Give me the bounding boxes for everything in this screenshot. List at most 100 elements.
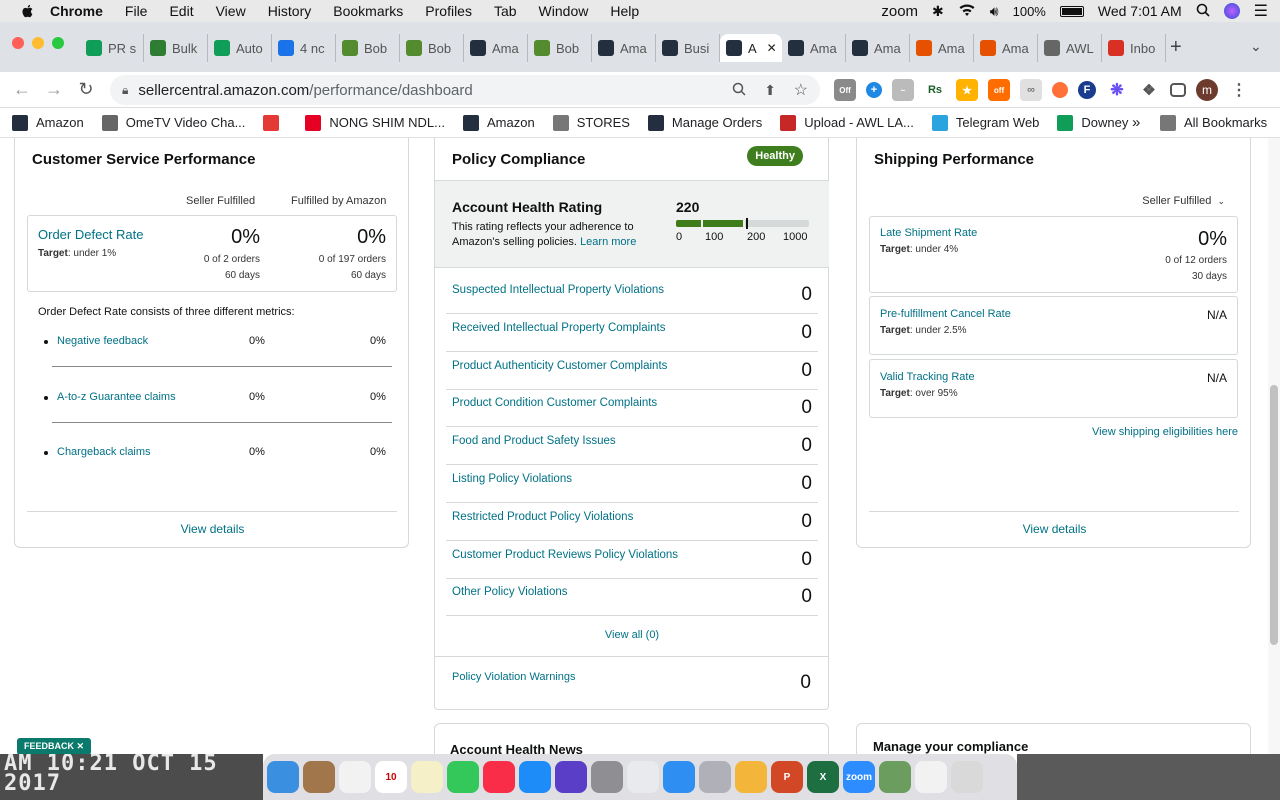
facetime-icon[interactable] <box>447 761 479 793</box>
extension-lasso-icon[interactable]: ∞ <box>1020 79 1042 101</box>
policy-row-link[interactable]: Other Policy Violations <box>452 586 567 598</box>
trash-icon[interactable] <box>951 761 983 793</box>
clock[interactable]: Wed 7:01 AM <box>1098 3 1182 19</box>
feedback-button[interactable]: FEEDBACK ✕ <box>17 738 92 755</box>
zoom-status-label[interactable]: zoom <box>881 3 918 20</box>
menu-help[interactable]: Help <box>610 3 639 19</box>
calendar-icon[interactable]: 10 <box>375 761 407 793</box>
wifi-icon[interactable] <box>958 3 976 20</box>
extension-gear-icon[interactable]: ❋ <box>1106 79 1128 101</box>
tab-4[interactable]: Bob <box>336 34 400 62</box>
extension-star-icon[interactable]: ★ <box>956 79 978 101</box>
excel-icon[interactable]: X <box>807 761 839 793</box>
chrome-icon[interactable] <box>627 761 659 793</box>
close-window-button[interactable] <box>12 37 24 49</box>
policy-row-link[interactable]: Food and Product Safety Issues <box>452 435 616 447</box>
music-icon[interactable] <box>483 761 515 793</box>
extension-rs-icon[interactable]: Rs <box>924 79 946 101</box>
menu-file[interactable]: File <box>125 3 148 19</box>
bookmark-2[interactable] <box>263 114 287 131</box>
extension-grey-icon[interactable]: ~ <box>892 79 914 101</box>
csp-view-details-link[interactable]: View details <box>15 522 410 536</box>
lock-icon[interactable]: 🔒︎ <box>122 83 128 98</box>
settings-icon[interactable] <box>591 761 623 793</box>
menu-tab[interactable]: Tab <box>494 3 517 19</box>
bookmark-8[interactable]: Telegram Web <box>931 114 1039 131</box>
policy-row-link[interactable]: Customer Product Reviews Policy Violatio… <box>452 549 678 561</box>
siri-icon[interactable] <box>555 761 587 793</box>
bookmark-1[interactable]: OmeTV Video Cha... <box>101 114 245 131</box>
policy-row-link[interactable]: Listing Policy Violations <box>452 473 572 485</box>
battery-icon[interactable] <box>1059 5 1084 17</box>
extension-blue-icon[interactable]: + <box>866 82 882 98</box>
stickies-icon[interactable] <box>411 761 443 793</box>
policy-row-link[interactable]: Received Intellectual Property Complaint… <box>452 322 666 334</box>
scrollbar-thumb[interactable] <box>1270 385 1278 645</box>
tab-8[interactable]: Ama <box>592 34 656 62</box>
finder-icon[interactable] <box>267 761 299 793</box>
tab-9[interactable]: Busi <box>656 34 720 62</box>
tab-5[interactable]: Bob <box>400 34 464 62</box>
apple-icon[interactable] <box>20 3 36 19</box>
shipping-eligibilities-link[interactable]: View shipping eligibilities here <box>1092 426 1238 438</box>
policy-row-link[interactable]: Suspected Intellectual Property Violatio… <box>452 284 664 296</box>
tab-7[interactable]: Bob <box>528 34 592 62</box>
extension-f-icon[interactable]: F <box>1078 81 1096 99</box>
shipping-view-details-link[interactable]: View details <box>857 522 1252 536</box>
siri-menu-icon[interactable] <box>1223 3 1240 19</box>
menu-app-name[interactable]: Chrome <box>50 3 103 19</box>
extension-off-icon[interactable]: Off <box>834 79 856 101</box>
back-button[interactable]: ← <box>6 79 38 100</box>
photos-icon[interactable] <box>735 761 767 793</box>
bookmark-7[interactable]: Upload - AWL LA... <box>780 114 914 131</box>
bookmark-star-icon[interactable]: ☆ <box>794 80 808 100</box>
safari-icon[interactable] <box>663 761 695 793</box>
profile-avatar[interactable]: m <box>1196 79 1218 101</box>
tab-14[interactable]: Ama <box>974 34 1038 62</box>
chrome-menu-icon[interactable]: ⋮ <box>1228 79 1250 101</box>
tab-6[interactable]: Ama <box>464 34 528 62</box>
tab-search-chevron-icon[interactable]: ⌄ <box>1250 38 1262 55</box>
address-bar[interactable]: 🔒︎ sellercentral.amazon.com /performance… <box>110 75 820 105</box>
menu-bookmarks[interactable]: Bookmarks <box>333 3 403 19</box>
odr-link[interactable]: Order Defect Rate <box>38 227 144 242</box>
tab-11[interactable]: Ama <box>782 34 846 62</box>
tab-10[interactable]: A ✕ <box>720 34 782 62</box>
minimize-window-button[interactable] <box>32 37 44 49</box>
shipping-filter-dropdown[interactable]: Seller Fulfilled ⌄ <box>1142 195 1225 207</box>
menu-profiles[interactable]: Profiles <box>425 3 472 19</box>
bookmark-6[interactable]: Manage Orders <box>647 114 762 131</box>
puzzle-extensions-icon[interactable]: ❖ <box>1138 79 1160 101</box>
side-panel-icon[interactable] <box>1170 83 1186 97</box>
notes-icon[interactable] <box>303 761 335 793</box>
learn-more-link[interactable]: Learn more <box>580 236 636 248</box>
bookmark-4[interactable]: Amazon <box>463 114 535 131</box>
document-icon[interactable] <box>915 761 947 793</box>
atoz-claims-link[interactable]: A-to-z Guarantee claims <box>57 391 176 403</box>
reminders-icon[interactable] <box>339 761 371 793</box>
chargeback-claims-link[interactable]: Chargeback claims <box>57 446 151 458</box>
policy-row-link[interactable]: Restricted Product Policy Violations <box>452 511 633 523</box>
forward-button[interactable]: → <box>38 79 70 100</box>
negative-feedback-link[interactable]: Negative feedback <box>57 335 148 347</box>
menu-history[interactable]: History <box>268 3 312 19</box>
tab-16[interactable]: Inbo <box>1102 34 1166 62</box>
menu-window[interactable]: Window <box>539 3 589 19</box>
launchpad-icon[interactable] <box>699 761 731 793</box>
policy-warnings-link[interactable]: Policy Violation Warnings <box>452 671 576 683</box>
tab-0[interactable]: PR s <box>80 34 144 62</box>
policy-row-link[interactable]: Product Authenticity Customer Complaints <box>452 360 667 372</box>
appstore-icon[interactable] <box>519 761 551 793</box>
menu-view[interactable]: View <box>216 3 246 19</box>
policy-row-link[interactable]: Product Condition Customer Complaints <box>452 397 657 409</box>
view-all-link[interactable]: View all (0) <box>435 629 829 641</box>
maximize-window-button[interactable] <box>52 37 64 49</box>
close-tab-icon[interactable]: ✕ <box>767 41 777 55</box>
zoom-lens-icon[interactable] <box>732 82 746 99</box>
bookmark-3[interactable]: NONG SHIM NDL... <box>305 114 445 131</box>
bookmark-5[interactable]: STORES <box>552 114 630 131</box>
bookmark-9[interactable]: Downey <box>1057 114 1128 131</box>
share-icon[interactable]: ⬆︎ <box>764 82 776 99</box>
tab-12[interactable]: Ama <box>846 34 910 62</box>
all-bookmarks-button[interactable]: All Bookmarks <box>1160 114 1267 131</box>
